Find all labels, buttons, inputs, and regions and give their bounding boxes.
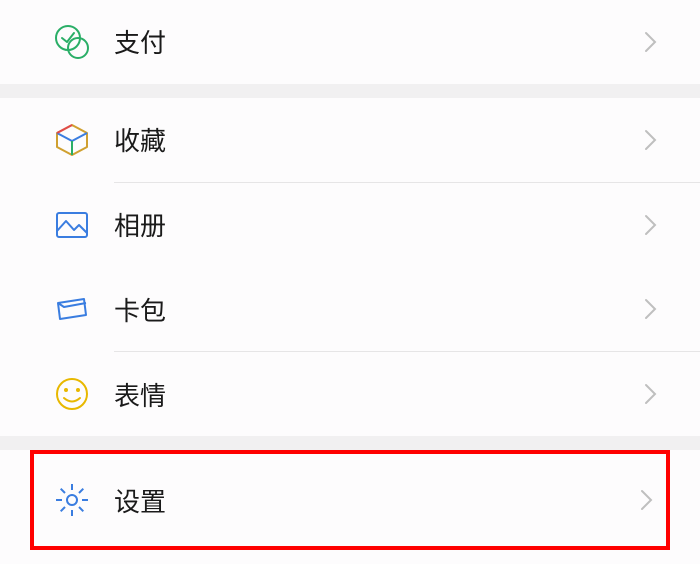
album-icon (54, 207, 90, 243)
chevron-right-icon (644, 30, 658, 54)
highlight-box: 设置 (30, 450, 670, 550)
menu-label-stickers: 表情 (114, 376, 644, 413)
stickers-icon (54, 376, 90, 412)
menu-label-pay: 支付 (114, 23, 644, 60)
menu-label-cards: 卡包 (114, 291, 644, 328)
menu-label-favorites: 收藏 (114, 121, 644, 158)
menu-item-album[interactable]: 相册 (0, 183, 700, 267)
menu-label-album: 相册 (114, 206, 644, 243)
chevron-right-icon (644, 382, 658, 406)
section-gap (0, 84, 700, 98)
chevron-right-icon (644, 297, 658, 321)
chevron-right-icon (640, 488, 654, 512)
menu-item-cards[interactable]: 卡包 (0, 267, 700, 351)
section-gap (0, 436, 700, 450)
chevron-right-icon (644, 128, 658, 152)
settings-gear-icon (54, 482, 90, 518)
pay-icon (54, 24, 90, 60)
menu-label-settings: 设置 (114, 482, 640, 519)
chevron-right-icon (644, 213, 658, 237)
menu-item-favorites[interactable]: 收藏 (0, 98, 700, 182)
settings-menu-list: 支付 收藏 相册 (0, 0, 700, 564)
menu-item-pay[interactable]: 支付 (0, 0, 700, 84)
favorites-icon (54, 122, 90, 158)
cards-icon (54, 291, 90, 327)
menu-item-stickers[interactable]: 表情 (0, 352, 700, 436)
menu-item-settings[interactable]: 设置 (34, 454, 666, 546)
